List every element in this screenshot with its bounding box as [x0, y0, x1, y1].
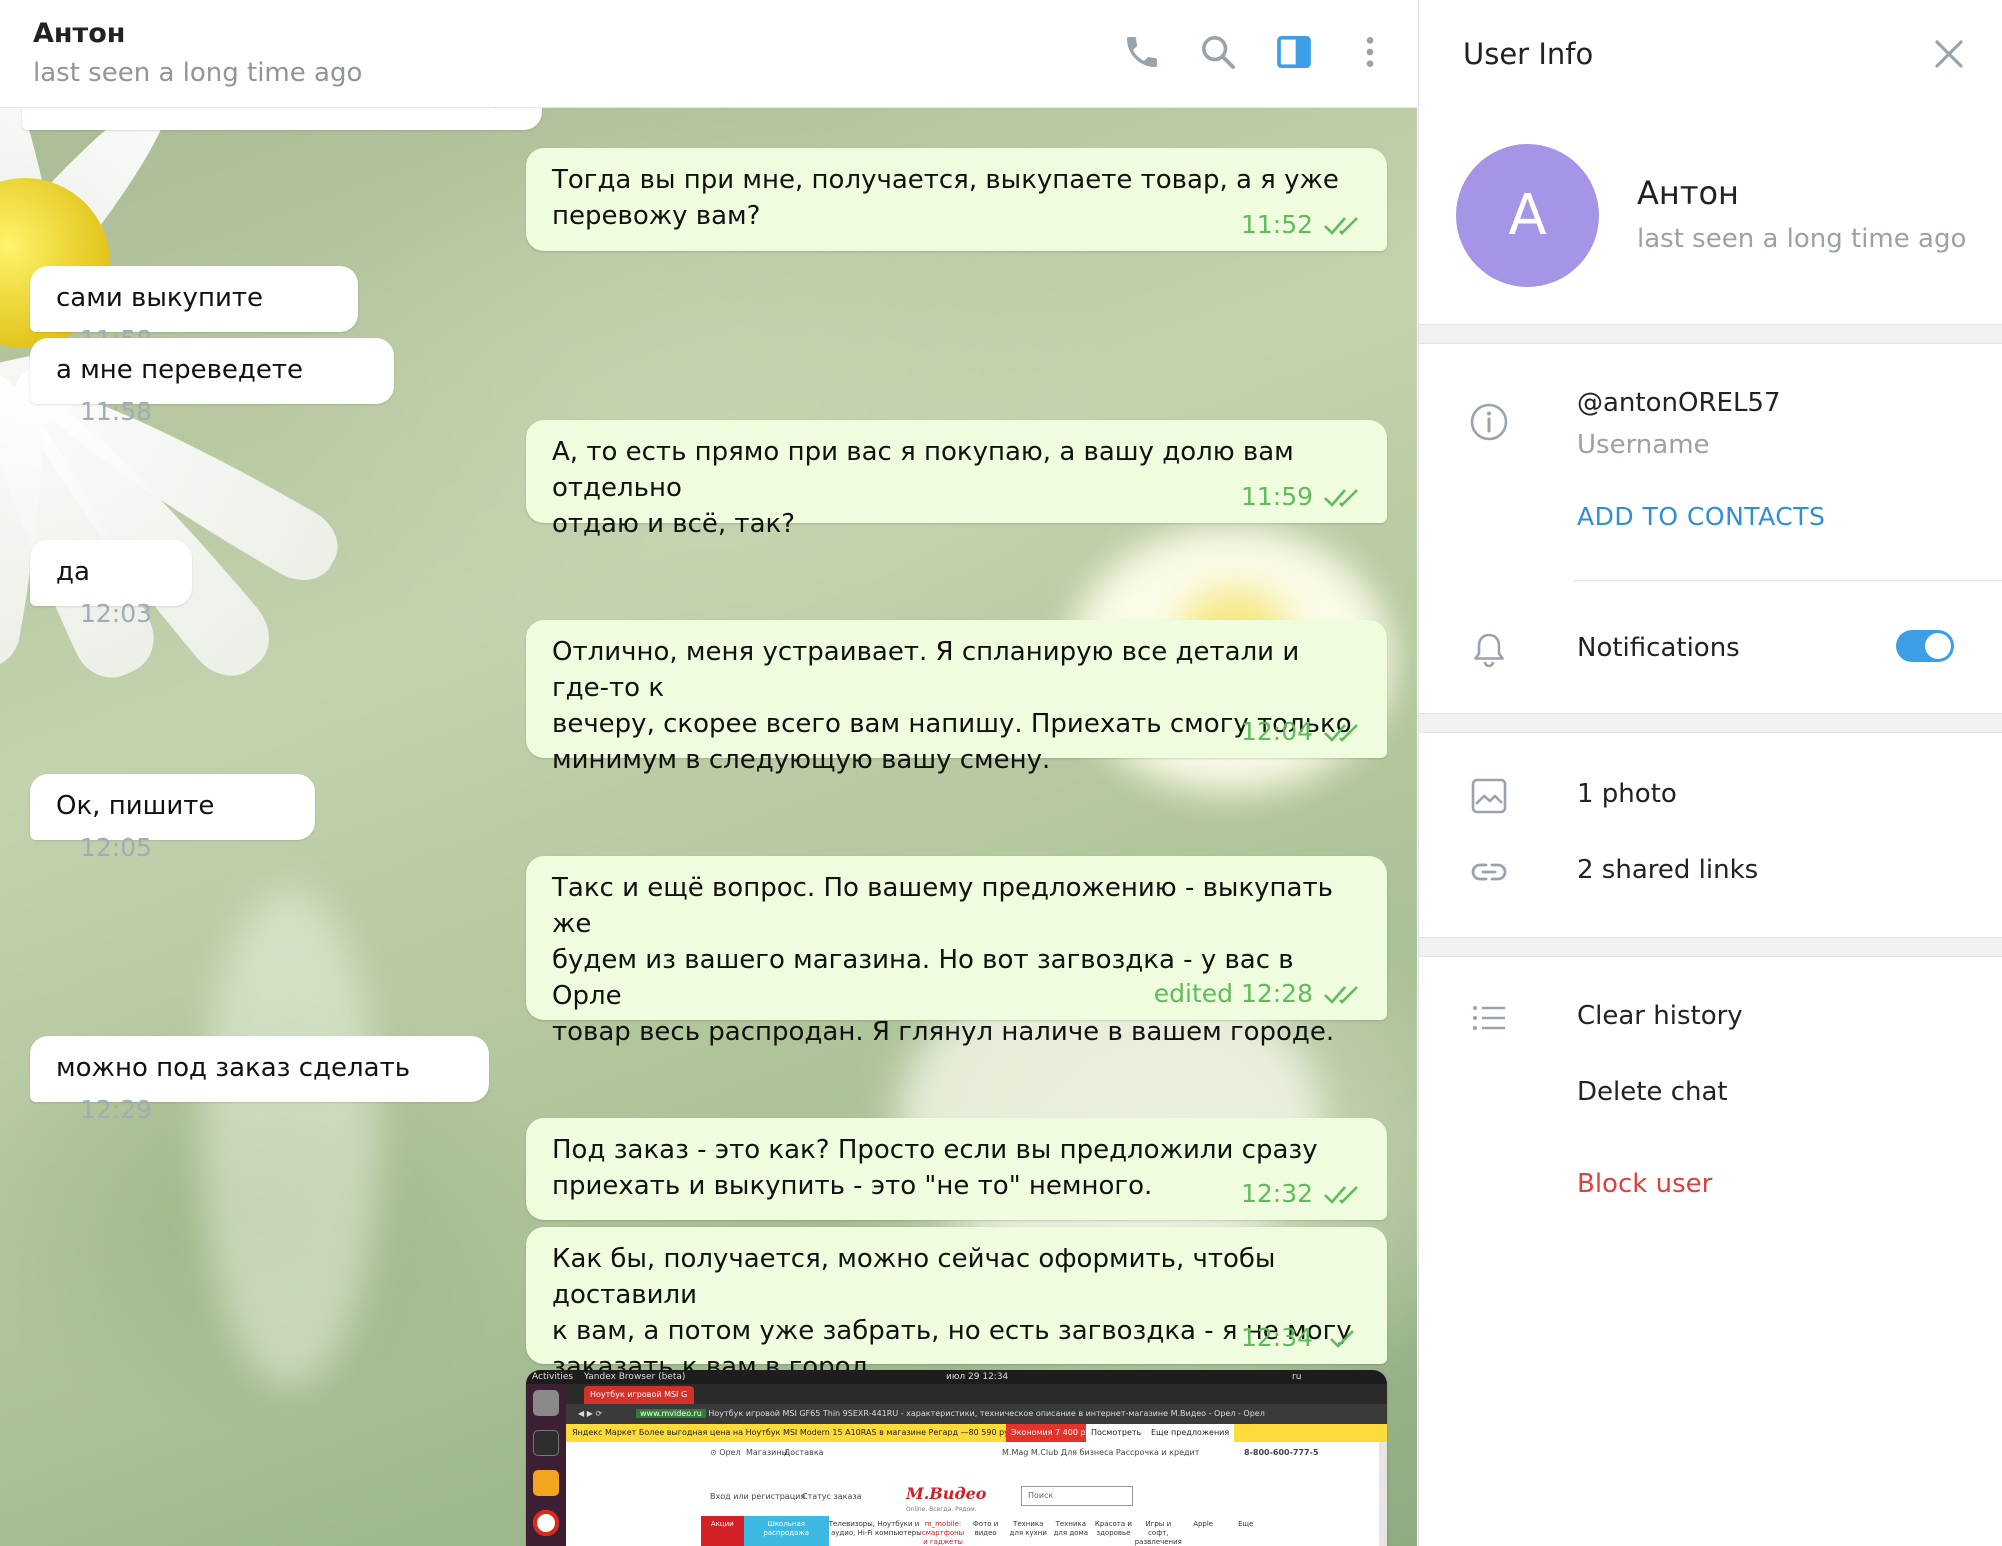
screenshot-tabbar: Ноутбук игровой MSI G	[566, 1384, 1387, 1404]
message-outgoing[interactable]: Как бы, получается, можно сейчас оформит…	[526, 1227, 1387, 1382]
shared-photos[interactable]: 1 photo	[1577, 779, 1677, 809]
username-value[interactable]: @antonOREL57	[1577, 388, 1781, 418]
close-icon[interactable]	[1931, 36, 1967, 72]
message-time: 11:52	[1240, 210, 1313, 239]
bell-icon	[1469, 630, 1509, 670]
message-incoming[interactable]: сами выкупите11:58	[30, 266, 358, 354]
message-outgoing[interactable]: Отлично, меня устраивает. Я спланирую вс…	[526, 620, 1387, 775]
message-time: 12:04	[1240, 717, 1313, 746]
profile-name: Антон	[1637, 174, 1739, 212]
more-vertical-icon[interactable]	[1348, 30, 1392, 74]
search-icon[interactable]	[1196, 30, 1240, 74]
panel-title: User Info	[1463, 37, 1594, 71]
message-text: А, то есть прямо при вас я покупаю, а ва…	[552, 437, 1294, 539]
message-text: сами выкупите	[56, 283, 263, 313]
screenshot-delivery: Доставка	[784, 1448, 824, 1457]
row-divider	[1573, 580, 2002, 581]
chat-status: last seen a long time ago	[33, 58, 363, 88]
message-outgoing[interactable]: Тогда вы при мне, получается, выкупаете …	[526, 148, 1387, 251]
chat-header: Антон last seen a long time ago	[0, 0, 1417, 108]
double-check-icon	[1324, 724, 1358, 742]
screenshot-menu: Акции Школьная распродажа Телевизоры, ау…	[701, 1516, 1267, 1546]
screenshot-page: ⊙ Орел Магазины Доставка M.Mag M.Club Дл…	[566, 1442, 1387, 1546]
section-divider	[1419, 324, 2002, 344]
screenshot-tab: Ноутбук игровой MSI G	[584, 1386, 694, 1404]
screenshot-yandex-text: Яндекс Маркет Более выгодная цена на Ноу…	[572, 1428, 1017, 1437]
info-icon	[1469, 402, 1509, 442]
delete-chat-button[interactable]: Delete chat	[1577, 1077, 1728, 1107]
clear-history-button[interactable]: Clear history	[1577, 1001, 1743, 1031]
screenshot-lang: ru	[1292, 1372, 1302, 1382]
message-text: Отлично, меня устраивает. Я спланирую вс…	[552, 637, 1352, 775]
screenshot-yandex-look: Посмотреть	[1086, 1424, 1147, 1442]
message-time: 12:05	[80, 833, 153, 862]
message-outgoing[interactable]: А, то есть прямо при вас я покупаю, а ва…	[526, 420, 1387, 539]
message-text: Такс и ещё вопрос. По вашему предложению…	[552, 873, 1335, 1047]
link-icon	[1469, 852, 1509, 892]
screenshot-urlbar: ◀ ▶ ⟳ www.mvideo.ru Ноутбук игровой MSI …	[566, 1404, 1387, 1424]
message-time: 12:03	[80, 599, 153, 628]
message-time: 12:29	[80, 1095, 153, 1124]
double-check-icon	[1324, 489, 1358, 507]
message-incoming[interactable]: а мне переведете 11:58	[30, 338, 394, 426]
double-check-icon	[1324, 986, 1358, 1004]
screenshot-logo-sub: Online. Всегда. Рядом.	[906, 1506, 977, 1513]
screenshot-dock	[526, 1384, 566, 1546]
message-outgoing[interactable]: Такс и ещё вопрос. По вашему предложению…	[526, 856, 1387, 1047]
message-text: Как бы, получается, можно сейчас оформит…	[552, 1244, 1352, 1382]
screenshot-stores: Магазины	[746, 1448, 788, 1457]
screenshot-login: Вход или регистрация	[710, 1492, 806, 1501]
screenshot-logo: М.Видео	[906, 1484, 987, 1503]
shared-links[interactable]: 2 shared links	[1577, 855, 1758, 885]
screenshot-topbar: Activities Yandex Browser (beta) июл 29 …	[526, 1370, 1387, 1384]
user-info-panel: User Info А Антон last seen a long time …	[1418, 0, 2002, 1546]
single-check-icon	[1330, 1330, 1354, 1348]
message-time: 12:34	[1240, 1323, 1313, 1352]
phone-icon[interactable]	[1120, 30, 1164, 74]
sidebar-toggle-icon[interactable]	[1272, 30, 1316, 74]
screenshot-app-name: Yandex Browser (beta)	[584, 1372, 686, 1382]
screenshot-order-status: Статус заказа	[802, 1492, 862, 1501]
chat-column: Антон last seen a long time ago 11:51 То…	[0, 0, 1417, 1546]
screenshot-phone: 8-800-600-777-5	[1244, 1448, 1319, 1457]
profile-status: last seen a long time ago	[1637, 224, 1967, 254]
screenshot-clock: июл 29 12:34	[946, 1372, 1009, 1382]
message-time: edited 12:28	[1153, 979, 1313, 1008]
message-time: 11:59	[1240, 482, 1313, 511]
screenshot-top-links: M.Mag M.Club Для бизнеса Рассрочка и кре…	[1002, 1448, 1200, 1457]
message-text: да	[56, 557, 90, 587]
photo-icon	[1469, 776, 1509, 816]
username-label: Username	[1577, 430, 1710, 460]
message-incoming[interactable]: Ок, пишите 12:05	[30, 774, 315, 862]
notifications-label: Notifications	[1577, 633, 1740, 663]
notifications-toggle[interactable]	[1896, 630, 1954, 662]
message-time: 12:32	[1240, 1179, 1313, 1208]
list-icon	[1469, 998, 1509, 1038]
message-incoming[interactable]: да 12:03	[30, 540, 192, 628]
section-divider	[1419, 937, 2002, 957]
message-photo[interactable]: Activities Yandex Browser (beta) июл 29 …	[526, 1370, 1387, 1546]
screenshot-url-domain: www.mvideo.ru	[636, 1409, 706, 1418]
message-incoming[interactable]: можно под заказ сделать 12:29	[30, 1036, 489, 1124]
message-outgoing[interactable]: Под заказ - это как? Просто если вы пред…	[526, 1118, 1387, 1220]
message-text: Ок, пишите	[56, 791, 215, 821]
message-text: Под заказ - это как? Просто если вы пред…	[552, 1135, 1318, 1201]
screenshot-activities: Activities	[532, 1372, 574, 1382]
double-check-icon	[1324, 217, 1358, 235]
message-text: Тогда вы при мне, получается, выкупаете …	[552, 165, 1339, 231]
double-check-icon	[1324, 1186, 1358, 1204]
add-to-contacts-button[interactable]: ADD TO CONTACTS	[1577, 502, 1825, 531]
message-text: а мне переведете	[56, 355, 303, 385]
screenshot-city: Орел	[719, 1448, 741, 1457]
message-text: можно под заказ сделать	[56, 1053, 411, 1083]
avatar[interactable]: А	[1456, 144, 1599, 287]
chat-title[interactable]: Антон	[33, 18, 125, 49]
block-user-button[interactable]: Block user	[1577, 1169, 1712, 1199]
message-time: 11:58	[80, 397, 153, 426]
screenshot-yandex-more: Еще предложения	[1146, 1424, 1235, 1442]
screenshot-search: Поиск	[1021, 1486, 1133, 1506]
section-divider	[1419, 713, 2002, 733]
screenshot-yandex-bar: Яндекс Маркет Более выгодная цена на Ноу…	[566, 1424, 1387, 1442]
screenshot-url-title: Ноутбук игровой MSI GF65 Thin 9SEXR-441R…	[708, 1409, 1265, 1418]
